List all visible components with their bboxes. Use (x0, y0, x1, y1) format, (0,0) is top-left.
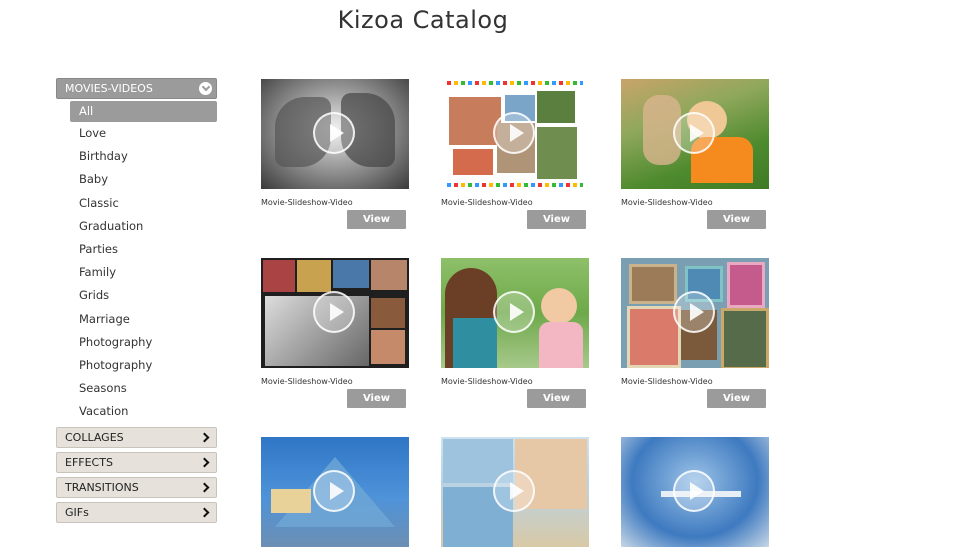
template-card[interactable]: Movie-Slideshow-Video View (261, 79, 409, 229)
subcategory-classic[interactable]: Classic (56, 192, 217, 215)
category-label: COLLAGES (65, 431, 124, 445)
subcategory-family[interactable]: Family (56, 261, 217, 284)
template-card[interactable]: Movie-Slideshow-Video View (621, 258, 769, 408)
template-thumbnail[interactable] (441, 437, 589, 547)
template-thumbnail[interactable] (441, 258, 589, 368)
subcategory-vacation[interactable]: Vacation (56, 400, 217, 423)
chevron-right-icon (199, 432, 210, 443)
play-icon (313, 470, 355, 512)
subcategory-baby[interactable]: Baby (56, 168, 217, 191)
play-icon (493, 291, 535, 333)
play-icon (673, 291, 715, 333)
template-card[interactable] (621, 437, 769, 547)
play-icon (493, 112, 535, 154)
subcategory-photography-2[interactable]: Photography (56, 354, 217, 377)
subcategory-photography[interactable]: Photography (56, 331, 217, 354)
category-label: MOVIES-VIDEOS (65, 82, 153, 95)
view-button[interactable]: View (527, 210, 586, 229)
subcategory-grids[interactable]: Grids (56, 284, 217, 307)
subcategory-seasons[interactable]: Seasons (56, 377, 217, 400)
template-thumbnail[interactable] (261, 258, 409, 368)
play-icon (493, 470, 535, 512)
subcategory-graduation[interactable]: Graduation (56, 215, 217, 238)
category-sidebar: MOVIES-VIDEOS All Love Birthday Baby Cla… (56, 78, 217, 524)
subcategory-birthday[interactable]: Birthday (56, 145, 217, 168)
template-thumbnail[interactable] (621, 258, 769, 368)
template-card[interactable]: Movie-Slideshow-Video View (441, 258, 589, 408)
template-label: Movie-Slideshow-Video (261, 377, 353, 386)
template-label: Movie-Slideshow-Video (621, 198, 713, 207)
play-icon (673, 112, 715, 154)
view-button[interactable]: View (347, 389, 406, 408)
template-card[interactable]: Movie-Slideshow-Video View (261, 258, 409, 408)
play-icon (673, 470, 715, 512)
view-button[interactable]: View (527, 389, 586, 408)
chevron-down-icon (199, 82, 212, 95)
template-label: Movie-Slideshow-Video (441, 198, 533, 207)
chevron-right-icon (199, 482, 210, 493)
page-title: Kizoa Catalog (337, 6, 509, 34)
subcategory-list: All Love Birthday Baby Classic Graduatio… (56, 101, 217, 423)
subcategory-parties[interactable]: Parties (56, 238, 217, 261)
template-card[interactable] (441, 437, 589, 547)
category-transitions[interactable]: TRANSITIONS (56, 477, 217, 499)
template-label: Movie-Slideshow-Video (441, 377, 533, 386)
category-label: TRANSITIONS (65, 481, 139, 495)
template-thumbnail[interactable] (441, 79, 589, 189)
play-icon (313, 112, 355, 154)
chevron-right-icon (199, 457, 210, 468)
subcategory-love[interactable]: Love (56, 122, 217, 145)
subcategory-all[interactable]: All (70, 101, 217, 122)
category-collages[interactable]: COLLAGES (56, 427, 217, 449)
category-effects[interactable]: EFFECTS (56, 452, 217, 474)
template-thumbnail[interactable] (261, 437, 409, 547)
template-thumbnail[interactable] (621, 437, 769, 547)
play-icon (313, 291, 355, 333)
view-button[interactable]: View (707, 389, 766, 408)
template-card[interactable] (261, 437, 409, 547)
template-card[interactable]: Movie-Slideshow-Video View (621, 79, 769, 229)
template-card[interactable]: Movie-Slideshow-Video View (441, 79, 589, 229)
template-label: Movie-Slideshow-Video (261, 198, 353, 207)
category-label: EFFECTS (65, 456, 113, 470)
template-thumbnail[interactable] (621, 79, 769, 189)
template-thumbnail[interactable] (261, 79, 409, 189)
category-movies-videos[interactable]: MOVIES-VIDEOS (56, 78, 217, 99)
view-button[interactable]: View (347, 210, 406, 229)
view-button[interactable]: View (707, 210, 766, 229)
template-label: Movie-Slideshow-Video (621, 377, 713, 386)
subcategory-marriage[interactable]: Marriage (56, 308, 217, 331)
